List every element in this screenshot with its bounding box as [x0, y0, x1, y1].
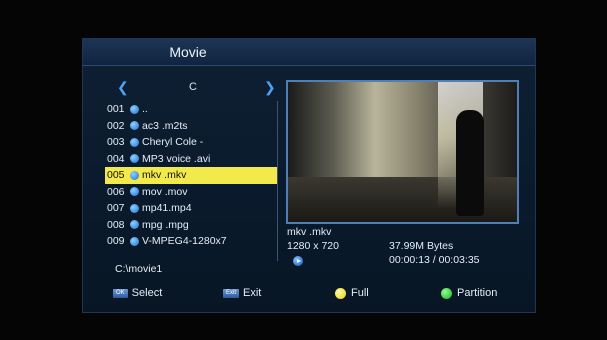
file-row[interactable]: 004 MP3 voice .avi: [105, 151, 277, 168]
preview-figure: [456, 110, 484, 216]
tv-screen: Movie ❮ C ❯ 001.. 002 ac3 .m2ts 003 Cheryl C…: [0, 0, 607, 340]
file-row[interactable]: 006 mov .mov: [105, 184, 277, 201]
file-number: 008: [107, 218, 125, 231]
file-row[interactable]: 001..: [105, 101, 277, 118]
file-row[interactable]: 003 Cheryl Cole -: [105, 134, 277, 151]
info-size: 37.99M Bytes: [389, 240, 454, 252]
file-number: 007: [107, 202, 125, 214]
file-number: 003: [107, 136, 125, 148]
video-preview: [286, 80, 519, 224]
current-path: C:\movie1: [115, 263, 163, 275]
file-row[interactable]: 007 mp41.mp4: [105, 200, 277, 217]
full-hint[interactable]: Full: [335, 286, 369, 300]
file-icon: [130, 187, 139, 197]
info-resolution: 1280 x 720: [287, 240, 339, 252]
partition-hint[interactable]: Partition: [441, 286, 497, 300]
file-icon: [130, 170, 139, 180]
file-name: V-MPEG4-1280x7: [142, 235, 227, 247]
green-button-icon: [441, 287, 452, 299]
file-number: 005: [107, 169, 125, 181]
info-filename: mkv .mkv: [287, 226, 332, 238]
file-number: 001: [107, 103, 125, 115]
file-row[interactable]: 005 mkv .mkv: [105, 167, 277, 184]
current-drive: C: [189, 81, 197, 93]
folder-navigator: ❮ C ❯: [109, 79, 277, 97]
info-time: 00:00:13 / 00:03:35: [389, 254, 480, 266]
file-row[interactable]: 009 V-MPEG4-1280x7: [105, 233, 277, 250]
file-row[interactable]: 008 mpg .mpg: [105, 217, 277, 234]
file-name: ..: [142, 103, 148, 115]
file-icon: [130, 121, 139, 131]
file-number: 004: [107, 152, 125, 165]
title-bar: Movie: [83, 39, 535, 66]
file-name: mov .mov: [142, 185, 188, 198]
exit-hint[interactable]: Exit Exit: [223, 286, 261, 300]
file-row[interactable]: 002 ac3 .m2ts: [105, 118, 277, 135]
list-divider: [277, 101, 278, 261]
file-name: MP3 voice .avi: [142, 152, 211, 165]
movie-browser-panel: Movie ❮ C ❯ 001.. 002 ac3 .m2ts 003 Cheryl C…: [82, 38, 536, 313]
file-number: 006: [107, 185, 125, 198]
file-icon: [130, 104, 139, 114]
partition-label: Partition: [457, 287, 498, 299]
file-icon: [130, 220, 139, 230]
file-name: mp41.mp4: [142, 202, 192, 214]
select-label: Select: [131, 287, 163, 299]
file-name: Cheryl Cole -: [142, 136, 204, 148]
file-number: 002: [107, 119, 125, 132]
file-name: ac3 .m2ts: [142, 119, 188, 132]
ok-key-icon: OK: [113, 288, 128, 298]
file-name: mpg .mpg: [142, 218, 189, 231]
file-list: 001.. 002 ac3 .m2ts 003 Cheryl Cole -004 MP3 …: [105, 101, 277, 250]
file-name: mkv .mkv: [142, 169, 187, 181]
full-label: Full: [351, 287, 369, 299]
yellow-button-icon: [335, 287, 346, 299]
file-icon: [130, 236, 139, 246]
chevron-right-icon[interactable]: ❯: [264, 79, 276, 96]
file-icon: [130, 203, 139, 213]
exit-label: Exit: [243, 287, 262, 299]
play-icon[interactable]: [293, 256, 303, 266]
select-hint[interactable]: OK Select: [113, 286, 162, 300]
page-title: Movie: [169, 44, 207, 60]
file-icon: [130, 154, 139, 164]
file-icon: [130, 137, 139, 147]
exit-key-icon: Exit: [223, 288, 240, 298]
file-number: 009: [107, 235, 125, 247]
